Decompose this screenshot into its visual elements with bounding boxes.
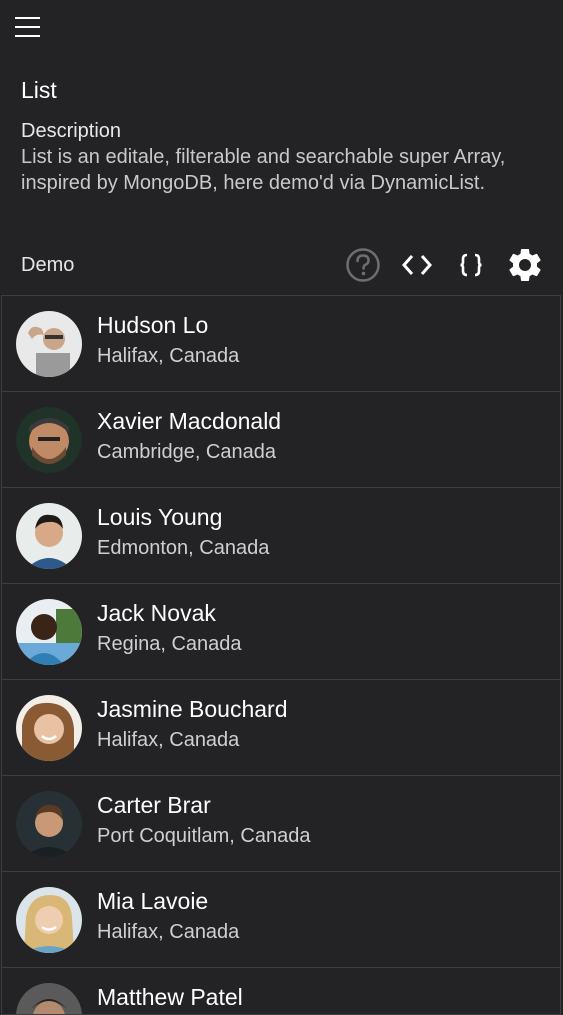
avatar (16, 599, 82, 665)
item-name: Hudson Lo (97, 312, 209, 338)
demo-toolbar: Demo (0, 236, 563, 294)
item-city: Halifax, Canada (97, 921, 240, 943)
help-icon[interactable] (343, 245, 383, 285)
page-title: List (21, 77, 57, 103)
demo-label: Demo (21, 254, 75, 276)
item-city: Halifax, Canada (97, 729, 240, 751)
item-city: Edmonton, Canada (97, 537, 270, 559)
code-icon[interactable] (397, 245, 437, 285)
avatar (16, 311, 82, 377)
item-name: Carter Brar (97, 792, 211, 818)
description-label: Description (21, 120, 122, 142)
item-city: Port Coquitlam, Canada (97, 825, 311, 847)
braces-icon[interactable] (451, 245, 491, 285)
avatar (16, 695, 82, 761)
item-name: Jasmine Bouchard (97, 696, 288, 722)
list-item[interactable]: Carter Brar Port Coquitlam, Canada (2, 776, 560, 872)
list-item[interactable]: Mia Lavoie Halifax, Canada (2, 872, 560, 968)
list-item[interactable]: Louis Young Edmonton, Canada (2, 488, 560, 584)
dynamic-list: Hudson Lo Halifax, Canada Xavier Macdona… (1, 295, 561, 1015)
avatar (16, 791, 82, 857)
component-header: List Description List is an editale, fil… (21, 74, 551, 196)
item-name: Louis Young (97, 504, 223, 530)
hamburger-menu-icon[interactable] (10, 10, 44, 44)
description-text: List is an editale, filterable and searc… (21, 146, 506, 194)
item-name: Matthew Patel (97, 984, 243, 1010)
item-name: Jack Novak (97, 600, 216, 626)
avatar (16, 983, 82, 1014)
list-item[interactable]: Jasmine Bouchard Halifax, Canada (2, 680, 560, 776)
item-city: Regina, Canada (97, 633, 242, 655)
avatar (16, 407, 82, 473)
list-item[interactable]: Hudson Lo Halifax, Canada (2, 296, 560, 392)
avatar (16, 887, 82, 953)
item-name: Xavier Macdonald (97, 408, 282, 434)
item-city: Cambridge, Canada (97, 441, 276, 463)
item-name: Mia Lavoie (97, 888, 209, 914)
top-app-bar (0, 0, 563, 56)
list-item[interactable]: Xavier Macdonald Cambridge, Canada (2, 392, 560, 488)
list-item[interactable]: Jack Novak Regina, Canada (2, 584, 560, 680)
list-item[interactable]: Matthew Patel (2, 968, 560, 1014)
item-city: Halifax, Canada (97, 345, 240, 367)
avatar (16, 503, 82, 569)
settings-icon[interactable] (505, 245, 545, 285)
